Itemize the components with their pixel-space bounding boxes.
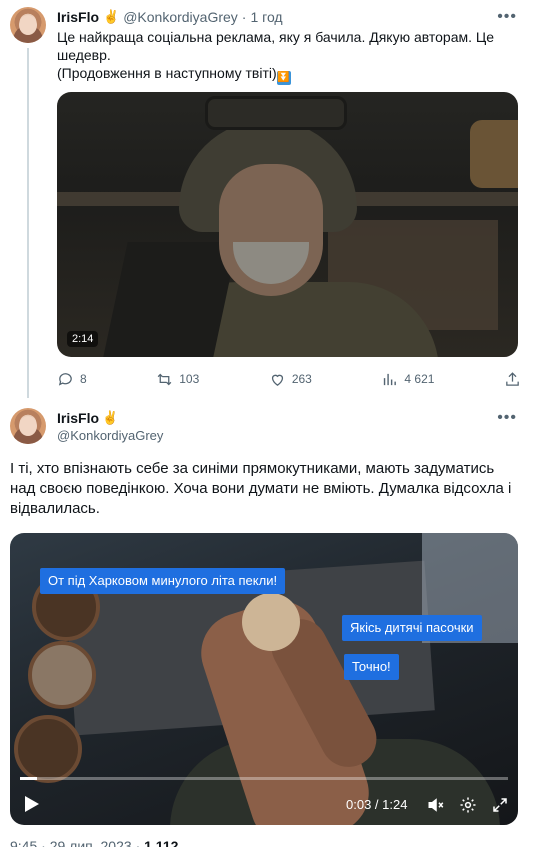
tweet-text-line: Це найкраща соціальна реклама, яку я бач… xyxy=(57,29,495,45)
retweet-count: 103 xyxy=(179,372,200,386)
muted-volume-icon[interactable] xyxy=(427,796,445,814)
victory-hand-emoji: ✌ xyxy=(103,9,120,24)
video-frame-bowl xyxy=(28,641,96,709)
views-count: 4 621 xyxy=(404,372,435,386)
caption-box: От під Харковом минулого літа пекли! xyxy=(40,568,286,594)
tweet-time[interactable]: 9:45 xyxy=(10,838,37,847)
video-frame-bowl xyxy=(14,715,82,783)
share-icon xyxy=(506,371,519,386)
handle[interactable]: @KonkordiyaGrey xyxy=(57,428,163,443)
video-player[interactable]: От під Харковом минулого літа пекли! Які… xyxy=(10,533,518,825)
reply-count: 8 xyxy=(80,372,87,386)
avatar[interactable] xyxy=(10,408,46,444)
retweet-icon xyxy=(157,373,172,385)
tweet-views-count: 1 112 xyxy=(144,838,179,847)
share-button[interactable] xyxy=(504,371,521,388)
video-frame-sand-ball xyxy=(242,593,300,651)
gear-icon[interactable] xyxy=(459,796,477,814)
tweet-date[interactable]: 29 лип. 2023 xyxy=(50,838,132,847)
video-controls: 0:03 / 1:24 xyxy=(10,783,518,825)
like-button[interactable]: 263 xyxy=(269,371,312,388)
tweet-header: IrisFlo ✌ @KonkordiyaGrey · 1 год xyxy=(57,9,283,25)
display-name[interactable]: IrisFlo xyxy=(57,410,99,426)
tweet-header: IrisFlo ✌ xyxy=(57,410,118,426)
separator: · xyxy=(241,9,247,25)
analytics-icon xyxy=(384,373,397,385)
caption-box: Точно! xyxy=(344,654,399,680)
video-duration-badge: 2:14 xyxy=(67,331,99,347)
heart-icon xyxy=(271,374,283,386)
down-arrows-emoji: ⏬ xyxy=(276,71,291,85)
play-icon[interactable] xyxy=(24,795,40,813)
tweet-text: І ті, хто впізнають себе за синіми прямо… xyxy=(10,460,512,517)
retweet-button[interactable]: 103 xyxy=(156,371,199,388)
victory-hand-emoji: ✌ xyxy=(102,410,119,425)
tweet-meta: 9:45 · 29 лип. 2023 · 1 112 xyxy=(10,838,178,847)
reply-button[interactable]: 8 xyxy=(57,371,87,388)
video-frame-jar xyxy=(470,120,518,188)
caption-box: Якісь дитячі пасочки xyxy=(342,615,482,641)
tweet-text: Це найкраща соціальна реклама, яку я бач… xyxy=(57,28,497,85)
handle[interactable]: @KonkordiyaGrey xyxy=(123,9,238,25)
avatar[interactable] xyxy=(10,7,46,43)
tweet-text-line: (Продовження в наступному твіті)⏬ xyxy=(57,65,291,85)
video-progress-bar[interactable] xyxy=(20,777,508,780)
display-name[interactable]: IrisFlo xyxy=(57,9,99,25)
tweet-actions: 8 103 263 4 621 xyxy=(57,368,521,390)
reply-icon xyxy=(58,372,72,386)
views-button[interactable]: 4 621 xyxy=(381,371,434,388)
like-count: 263 xyxy=(291,372,312,386)
video-player[interactable]: 2:14 xyxy=(57,92,518,357)
more-horizontal-icon[interactable]: ••• xyxy=(497,409,517,427)
video-time-readout: 0:03 / 1:24 xyxy=(346,797,408,812)
video-progress-fill xyxy=(20,777,38,780)
more-horizontal-icon[interactable]: ••• xyxy=(497,8,517,26)
timestamp[interactable]: 1 год xyxy=(250,9,282,25)
tweet-text-line: шедевр. xyxy=(57,47,111,63)
fullscreen-icon[interactable] xyxy=(491,796,509,814)
video-frame-goggles xyxy=(205,96,347,130)
thread-line xyxy=(27,48,29,398)
